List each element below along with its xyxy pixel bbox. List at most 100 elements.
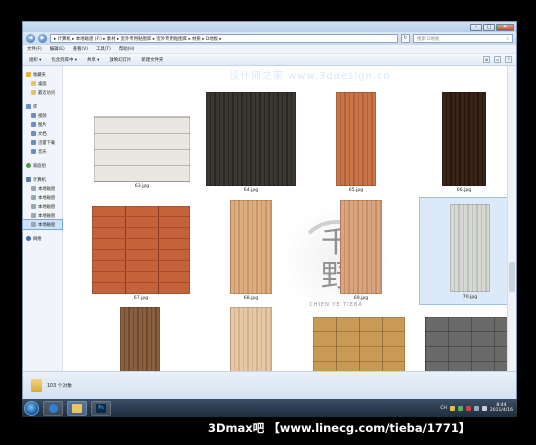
sidebar-item-label: 本地磁盘 [38, 204, 56, 210]
sidebar-item-label: 家庭组 [33, 163, 46, 169]
folder-icon [31, 81, 36, 86]
thumbnail-item[interactable] [230, 307, 272, 371]
thumbnail-image [336, 92, 376, 186]
thumbnail-item[interactable]: 68.jpg [230, 200, 272, 304]
search-input[interactable]: 搜索 D地板 ⌕ [413, 34, 513, 43]
vertical-scrollbar[interactable] [507, 66, 516, 371]
folder-icon [31, 90, 36, 95]
sidebar-item[interactable]: 计算机 [23, 175, 62, 184]
drive-icon [31, 186, 36, 191]
folder-icon [31, 379, 42, 392]
sidebar-item[interactable]: 图片 [23, 120, 62, 129]
thumbnail-item[interactable]: 70.jpg [419, 197, 508, 305]
sidebar-item-label: 计算机 [33, 177, 46, 183]
thumbnail-item[interactable]: 65.jpg [336, 92, 376, 196]
address-bar[interactable]: ▸ 计算机 ▸ 本地磁盘 (F:) ▸ 素材 ▸ 室外专用贴图库 ▸ 室外专用贴… [50, 34, 398, 43]
thumbnail-filename: 64.jpg [243, 188, 259, 193]
forward-button[interactable]: ▶ [38, 34, 47, 43]
sidebar-item[interactable]: 本地磁盘 [22, 219, 63, 230]
sidebar-item[interactable]: 家庭组 [23, 161, 62, 170]
net-icon [26, 236, 31, 241]
sidebar-item-label: 图片 [38, 122, 47, 128]
drive-icon [31, 204, 36, 209]
thumbnail-item[interactable] [313, 317, 405, 371]
thumbnail-item[interactable]: 64.jpg [206, 92, 296, 196]
sidebar-item[interactable]: 本地磁盘 [23, 211, 62, 220]
back-button[interactable]: ◀ [26, 34, 35, 43]
system-tray: CH 8:44 2011/4/16 [440, 403, 517, 413]
preview-pane-icon[interactable]: ▭ [494, 56, 501, 63]
thumbnail-item[interactable]: 69.jpg [340, 200, 382, 304]
menu-item[interactable]: 帮助(H) [119, 46, 135, 52]
menu-item[interactable]: 工具(T) [96, 46, 111, 52]
menu-item[interactable]: 文件(F) [27, 46, 42, 52]
sidebar-item[interactable]: 最近访问 [23, 88, 62, 97]
sidebar-item-label: 文档 [38, 131, 47, 137]
thumbnail-item[interactable]: 66.jpg [442, 92, 486, 196]
start-button[interactable] [24, 400, 39, 416]
tray-icon[interactable] [457, 405, 463, 411]
lib-icon [31, 140, 36, 145]
sidebar-item-label: 最近访问 [38, 90, 56, 96]
sidebar-item-label: 本地磁盘 [38, 222, 56, 228]
menu-item[interactable]: 查看(V) [73, 46, 88, 52]
thumbnail-item[interactable] [425, 317, 508, 371]
nav-group: 家庭组 [23, 161, 62, 170]
sidebar-item[interactable]: 音乐 [23, 147, 62, 156]
toolbar-button[interactable]: 新建文件夹 [141, 57, 163, 63]
thumbnail-image [230, 200, 272, 294]
thumbnail-item[interactable]: 63.jpg [94, 116, 190, 192]
thumbnail-image [450, 204, 490, 292]
refresh-button[interactable]: ↻ [401, 34, 410, 43]
tray-icon[interactable] [449, 405, 455, 411]
thumbnail-image [230, 307, 272, 371]
toolbar-button[interactable]: 包含到库中 ▾ [51, 57, 77, 63]
sidebar-item[interactable]: 桌面 [23, 79, 62, 88]
nav-group: 网络 [23, 234, 62, 243]
thumbnail-image [206, 92, 296, 186]
search-placeholder: 搜索 D地板 [417, 36, 440, 42]
toolbar-button[interactable]: 放映幻灯片 [109, 57, 131, 63]
sidebar-item[interactable]: 文档 [23, 129, 62, 138]
toolbar-button[interactable]: 共享 ▾ [87, 57, 99, 63]
sidebar-item[interactable]: 本地磁盘 [23, 193, 62, 202]
watermark-text: 设计师之家 www.3ddesign.cn [229, 71, 391, 82]
maximize-button[interactable]: □ [483, 23, 495, 31]
item-count: 103 个对象 [47, 384, 73, 389]
help-icon[interactable]: ? [505, 56, 512, 63]
thumbnail-item[interactable] [120, 307, 160, 371]
sidebar-item[interactable]: 网络 [23, 234, 62, 243]
close-button[interactable]: ✕ [496, 23, 514, 31]
taskbar-explorer-button[interactable] [67, 400, 87, 416]
sidebar-item-label: 网络 [33, 236, 42, 242]
view-options-icon[interactable]: ≣ [483, 56, 490, 63]
thumbnail-image [442, 92, 486, 186]
volume-icon[interactable] [481, 405, 487, 411]
taskbar-photoshop-button[interactable]: Ps [91, 400, 111, 416]
clock[interactable]: 8:44 2011/4/16 [490, 403, 513, 413]
sidebar-item[interactable]: 收藏夹 [23, 70, 62, 79]
taskbar-ie-button[interactable] [43, 400, 63, 416]
sidebar-item[interactable]: 视频 [23, 111, 62, 120]
thumbnail-item[interactable]: 67.jpg [92, 206, 190, 304]
ie-icon [48, 403, 58, 413]
network-icon[interactable] [473, 405, 479, 411]
tray-icon[interactable] [465, 405, 471, 411]
sidebar-item[interactable]: 迅雷下载 [23, 138, 62, 147]
sidebar-item[interactable]: 本地磁盘 [23, 184, 62, 193]
clock-date: 2011/4/16 [489, 408, 513, 413]
language-indicator[interactable]: CH [440, 406, 447, 411]
sidebar-item-label: 库 [33, 104, 38, 110]
sidebar-item[interactable]: 本地磁盘 [23, 202, 62, 211]
sidebar-item[interactable]: 库 [23, 102, 62, 111]
sidebar-item-label: 本地磁盘 [38, 186, 56, 192]
nav-group: 库视频图片文档 迅雷下载 音乐 [23, 102, 62, 156]
toolbar-button[interactable]: 组织 ▾ [29, 57, 41, 63]
scrollbar-thumb[interactable] [509, 262, 515, 292]
search-icon: ⌕ [506, 36, 509, 42]
folder-icon [72, 403, 82, 413]
sidebar-item-label: 本地磁盘 [38, 213, 56, 219]
menu-item[interactable]: 编辑(E) [50, 46, 65, 52]
minimize-button[interactable]: – [470, 23, 482, 31]
pc-icon [26, 177, 31, 182]
